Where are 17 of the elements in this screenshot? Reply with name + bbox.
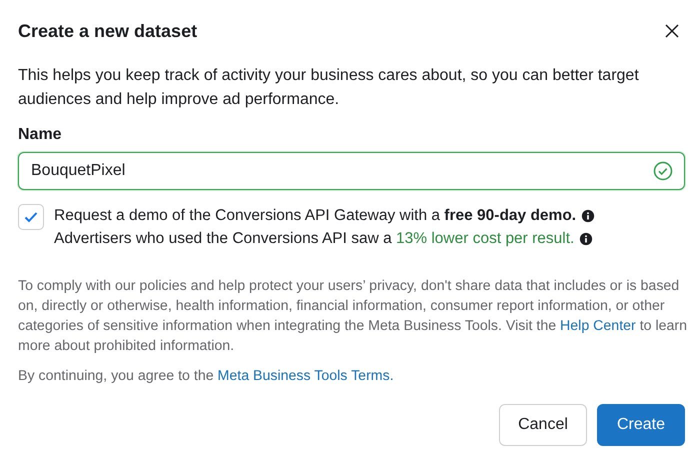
dialog-title: Create a new dataset (18, 20, 198, 42)
advertiser-stat-text: Advertisers who used the Conversions API saw a 13% lower cost per result. (54, 229, 574, 249)
privacy-notice-text: To comply with our policies and help protect your users’ privacy, don't share data that includes or is based on, directly or otherwise, health information, financial information, consumer report information, or other categories of sensitive information when integrating the Meta Business Tools. Visit the Help Center to learn more about prohibited information. (18, 277, 688, 356)
help-center-link[interactable]: Help Center (560, 318, 636, 334)
close-icon[interactable] (664, 23, 680, 39)
terms-link[interactable]: Meta Business Tools Terms. (218, 368, 394, 384)
terms-text: By continuing, you agree to the Meta Business Tools Terms. (18, 367, 395, 386)
create-button[interactable]: Create (597, 404, 685, 446)
name-field[interactable]: BouquetPixel (18, 152, 685, 190)
info-icon[interactable] (581, 208, 596, 222)
info-icon[interactable] (579, 232, 594, 246)
checkbox[interactable] (18, 204, 44, 230)
description-text: This helps you keep track of activity your business cares about, so you can better target audiences and help improve ad performance. (18, 66, 640, 110)
cancel-button[interactable]: Cancel (499, 404, 587, 446)
field-label: Name (18, 126, 63, 144)
check-circle-icon (653, 161, 673, 181)
demo-request-text: Request a demo of the Conversions API Gateway with a free 90-day demo. (54, 206, 576, 226)
